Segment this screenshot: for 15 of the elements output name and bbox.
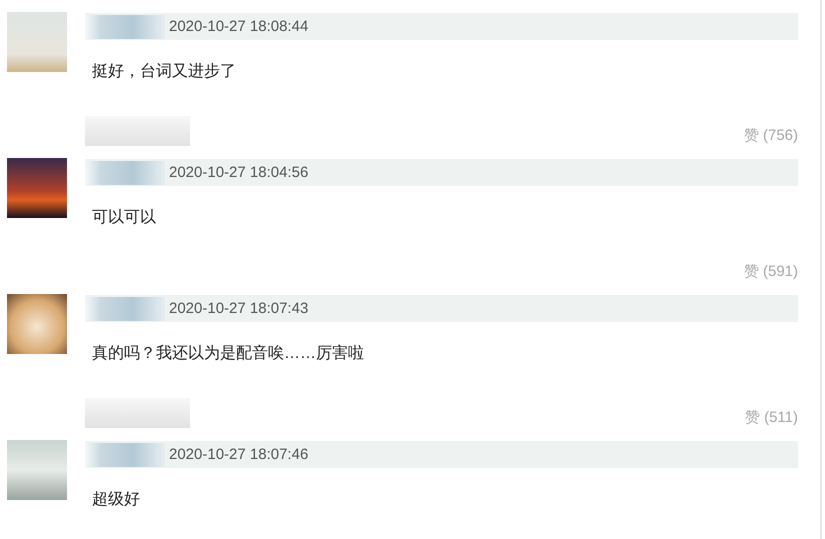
avatar-photo-placeholder	[7, 440, 67, 500]
comment-text: 超级好	[91, 490, 141, 510]
comment-time: 2020-10-27 18:04:56	[169, 164, 308, 181]
like-count-link[interactable]: 赞 (591)	[744, 262, 798, 282]
avatar-photo-placeholder	[7, 12, 67, 72]
avatar-photo-placeholder	[7, 294, 67, 354]
comment-text: 可以可以	[91, 208, 157, 228]
comment-text: 真的吗？我还以为是配音唉……厉害啦	[91, 344, 365, 364]
like-count-link[interactable]: 赞 (756)	[744, 126, 798, 146]
like-count-link[interactable]: 赞 (511)	[744, 408, 798, 428]
comment-time: 2020-10-27 18:07:46	[169, 446, 308, 463]
comment-text: 挺好，台词又进步了	[91, 62, 237, 82]
comment-time: 2020-10-27 18:07:43	[169, 300, 308, 317]
comment-time: 2020-10-27 18:08:44	[169, 18, 308, 35]
avatar-photo-placeholder	[7, 158, 67, 218]
